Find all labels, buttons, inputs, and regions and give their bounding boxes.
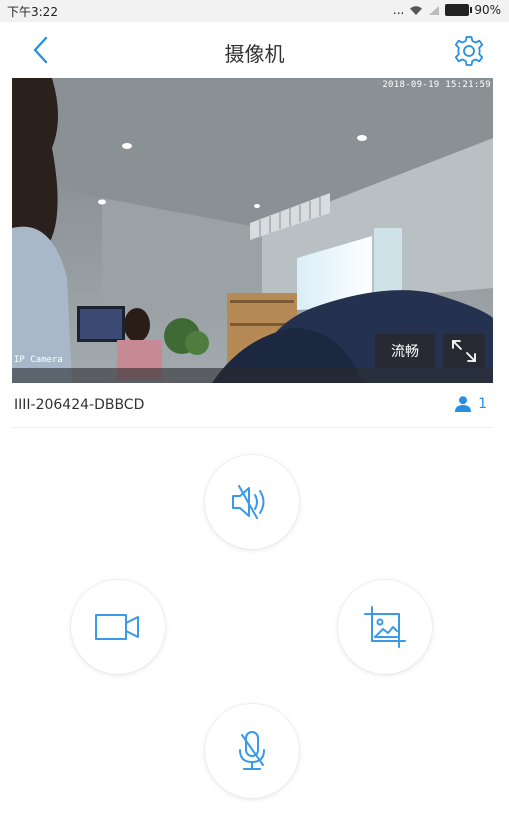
- snapshot-button[interactable]: [338, 580, 432, 674]
- status-icons: ... 90%: [393, 3, 501, 17]
- wifi-icon: [410, 5, 423, 15]
- settings-button[interactable]: [451, 33, 487, 69]
- battery-percent: 90%: [474, 3, 501, 17]
- camera-watermark: IP Camera: [14, 355, 63, 365]
- fullscreen-button[interactable]: [443, 334, 485, 368]
- speaker-muted-icon: [232, 485, 265, 519]
- status-time: 下午3:22: [7, 5, 58, 19]
- header: 摄像机: [0, 22, 509, 78]
- person-icon: [455, 396, 472, 412]
- status-bar: 下午3:22 ... 90%: [0, 0, 509, 22]
- gear-icon: [454, 36, 484, 66]
- video-timestamp: 2018-09-19 15:21:59: [382, 80, 491, 90]
- microphone-icon: [239, 731, 265, 770]
- talk-button[interactable]: [205, 704, 299, 798]
- device-id: IIII-206424-DBBCD: [14, 397, 145, 413]
- picture-icon: [364, 606, 406, 648]
- more-dots: ...: [392, 3, 405, 17]
- viewer-count-value: 1: [478, 396, 487, 412]
- expand-icon: [452, 340, 476, 362]
- battery-icon: [445, 4, 473, 16]
- video-camera-icon: [95, 614, 139, 640]
- device-info-row: IIII-206424-DBBCD 1: [12, 383, 493, 428]
- signal-icon: [429, 6, 440, 15]
- page-title: 摄像机: [224, 42, 285, 66]
- mute-button[interactable]: [205, 455, 299, 549]
- viewer-count: 1: [454, 395, 487, 413]
- stream-quality-button[interactable]: 流畅: [375, 334, 435, 368]
- camera-video-feed[interactable]: 2018-09-19 15:21:59 IP Camera 流畅: [12, 78, 493, 383]
- record-button[interactable]: [71, 580, 165, 674]
